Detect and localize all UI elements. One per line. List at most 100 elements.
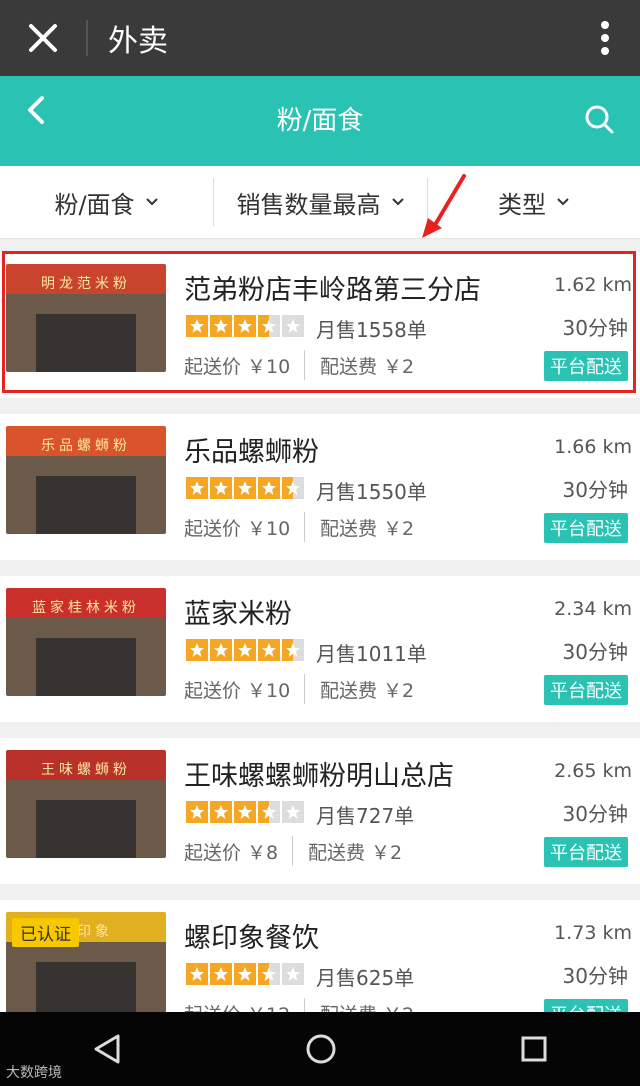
- delivery-time: 30分钟: [562, 802, 628, 826]
- watermark: 大数跨境: [6, 1065, 62, 1081]
- shop-distance: 1.62 km: [554, 274, 632, 296]
- star-icon: [282, 477, 304, 499]
- info-divider: [304, 350, 305, 380]
- filter-sort[interactable]: 销售数量最高: [214, 166, 427, 238]
- star-icon: [210, 315, 232, 337]
- star-icon: [258, 801, 280, 823]
- shop-sign: 王味螺蛳粉: [41, 762, 131, 778]
- shop-photo: 螺印象 已认证: [6, 912, 166, 1020]
- star-icon: [210, 801, 232, 823]
- filter-category-label: 粉/面食: [54, 190, 135, 219]
- star-icon: [258, 477, 280, 499]
- star-icon: [234, 639, 256, 661]
- info-divider: [292, 836, 293, 866]
- chevron-down-icon: [391, 198, 404, 206]
- filter-category[interactable]: 粉/面食: [0, 166, 213, 238]
- min-order: 起送价 ￥10: [184, 518, 291, 540]
- star-icon: [282, 639, 304, 661]
- shop-photo: 王味螺蛳粉: [6, 750, 166, 858]
- monthly-sales: 月售1550单: [316, 480, 427, 504]
- info-divider: [304, 674, 305, 704]
- rating-stars: [186, 963, 306, 985]
- filter-bar: 粉/面食 销售数量最高 类型: [0, 166, 640, 239]
- back-triangle-icon[interactable]: [92, 1033, 122, 1065]
- page-header: 粉/面食: [0, 76, 640, 166]
- shop-name: 蓝家米粉: [184, 599, 292, 630]
- shop-list: 明龙范米粉 范弟粉店丰岭路第三分店 1.62 km 月售1558单 30分钟 起…: [0, 252, 640, 1062]
- shop-entrance: [36, 476, 136, 534]
- star-icon: [186, 801, 208, 823]
- star-icon: [234, 963, 256, 985]
- shop-name: 王味螺螺蛳粉明山总店: [184, 761, 454, 792]
- platform-delivery-badge: 平台配送: [544, 513, 628, 543]
- close-icon: [29, 24, 57, 52]
- shop-distance: 1.66 km: [554, 436, 632, 458]
- rating-stars: [186, 801, 306, 823]
- star-icon: [234, 315, 256, 337]
- verified-badge: 已认证: [12, 918, 79, 947]
- star-icon: [186, 963, 208, 985]
- app-title: 外卖: [108, 24, 168, 59]
- delivery-fee: 配送费 ￥2: [308, 842, 403, 864]
- rating-stars: [186, 315, 306, 337]
- star-icon: [258, 639, 280, 661]
- star-icon: [186, 477, 208, 499]
- info-divider: [304, 512, 305, 542]
- more-button[interactable]: [570, 20, 640, 56]
- shop-distance: 1.73 km: [554, 922, 632, 944]
- delivery-time: 30分钟: [562, 316, 628, 340]
- monthly-sales: 月售1558单: [316, 318, 427, 342]
- star-icon: [282, 963, 304, 985]
- delivery-time: 30分钟: [562, 964, 628, 988]
- star-icon: [186, 639, 208, 661]
- star-icon: [258, 315, 280, 337]
- shop-photo: 明龙范米粉: [6, 264, 166, 372]
- shop-item[interactable]: 明龙范米粉 范弟粉店丰岭路第三分店 1.62 km 月售1558单 30分钟 起…: [0, 252, 640, 398]
- shop-entrance: [36, 314, 136, 372]
- star-icon: [234, 477, 256, 499]
- shop-item[interactable]: 蓝家桂林米粉 蓝家米粉 2.34 km 月售1011单 30分钟 起送价 ￥10…: [0, 576, 640, 722]
- filter-type-label: 类型: [498, 190, 546, 219]
- star-icon: [234, 801, 256, 823]
- app-bar: 外卖: [0, 0, 640, 76]
- shop-item[interactable]: 乐品螺蛳粉 乐品螺蛳粉 1.66 km 月售1550单 30分钟 起送价 ￥10…: [0, 414, 640, 560]
- monthly-sales: 月售625单: [316, 966, 415, 990]
- min-order: 起送价 ￥10: [184, 356, 291, 378]
- rating-stars: [186, 639, 306, 661]
- monthly-sales: 月售1011单: [316, 642, 427, 666]
- delivery-fee: 配送费 ￥2: [320, 356, 415, 378]
- star-icon: [186, 315, 208, 337]
- shop-distance: 2.65 km: [554, 760, 632, 782]
- chevron-down-icon: [145, 198, 158, 206]
- star-icon: [210, 963, 232, 985]
- chevron-down-icon: [557, 198, 569, 206]
- filter-sort-label: 销售数量最高: [236, 190, 381, 219]
- star-icon: [258, 963, 280, 985]
- shop-sign: 乐品螺蛳粉: [41, 438, 131, 454]
- shop-entrance: [36, 800, 136, 858]
- star-icon: [210, 639, 232, 661]
- page-title: 粉/面食: [276, 106, 364, 136]
- close-button[interactable]: [0, 0, 86, 76]
- star-icon: [282, 315, 304, 337]
- delivery-fee: 配送费 ￥2: [320, 518, 415, 540]
- star-icon: [210, 477, 232, 499]
- delivery-time: 30分钟: [562, 640, 628, 664]
- shop-item[interactable]: 王味螺蛳粉 王味螺螺蛳粉明山总店 2.65 km 月售727单 30分钟 起送价…: [0, 738, 640, 884]
- recents-square-icon[interactable]: [520, 1035, 548, 1063]
- shop-sign: 蓝家桂林米粉: [32, 600, 140, 616]
- rating-stars: [186, 477, 306, 499]
- home-circle-icon[interactable]: [305, 1033, 337, 1065]
- platform-delivery-badge: 平台配送: [544, 351, 628, 381]
- min-order: 起送价 ￥10: [184, 680, 291, 702]
- monthly-sales: 月售727单: [316, 804, 415, 828]
- search-icon[interactable]: [584, 104, 614, 134]
- star-icon: [282, 801, 304, 823]
- platform-delivery-badge: 平台配送: [544, 837, 628, 867]
- delivery-time: 30分钟: [562, 478, 628, 502]
- min-order: 起送价 ￥8: [184, 842, 279, 864]
- more-vertical-icon: [601, 21, 609, 55]
- shop-entrance: [36, 638, 136, 696]
- shop-name: 螺印象餐饮: [184, 923, 319, 954]
- shop-distance: 2.34 km: [554, 598, 632, 620]
